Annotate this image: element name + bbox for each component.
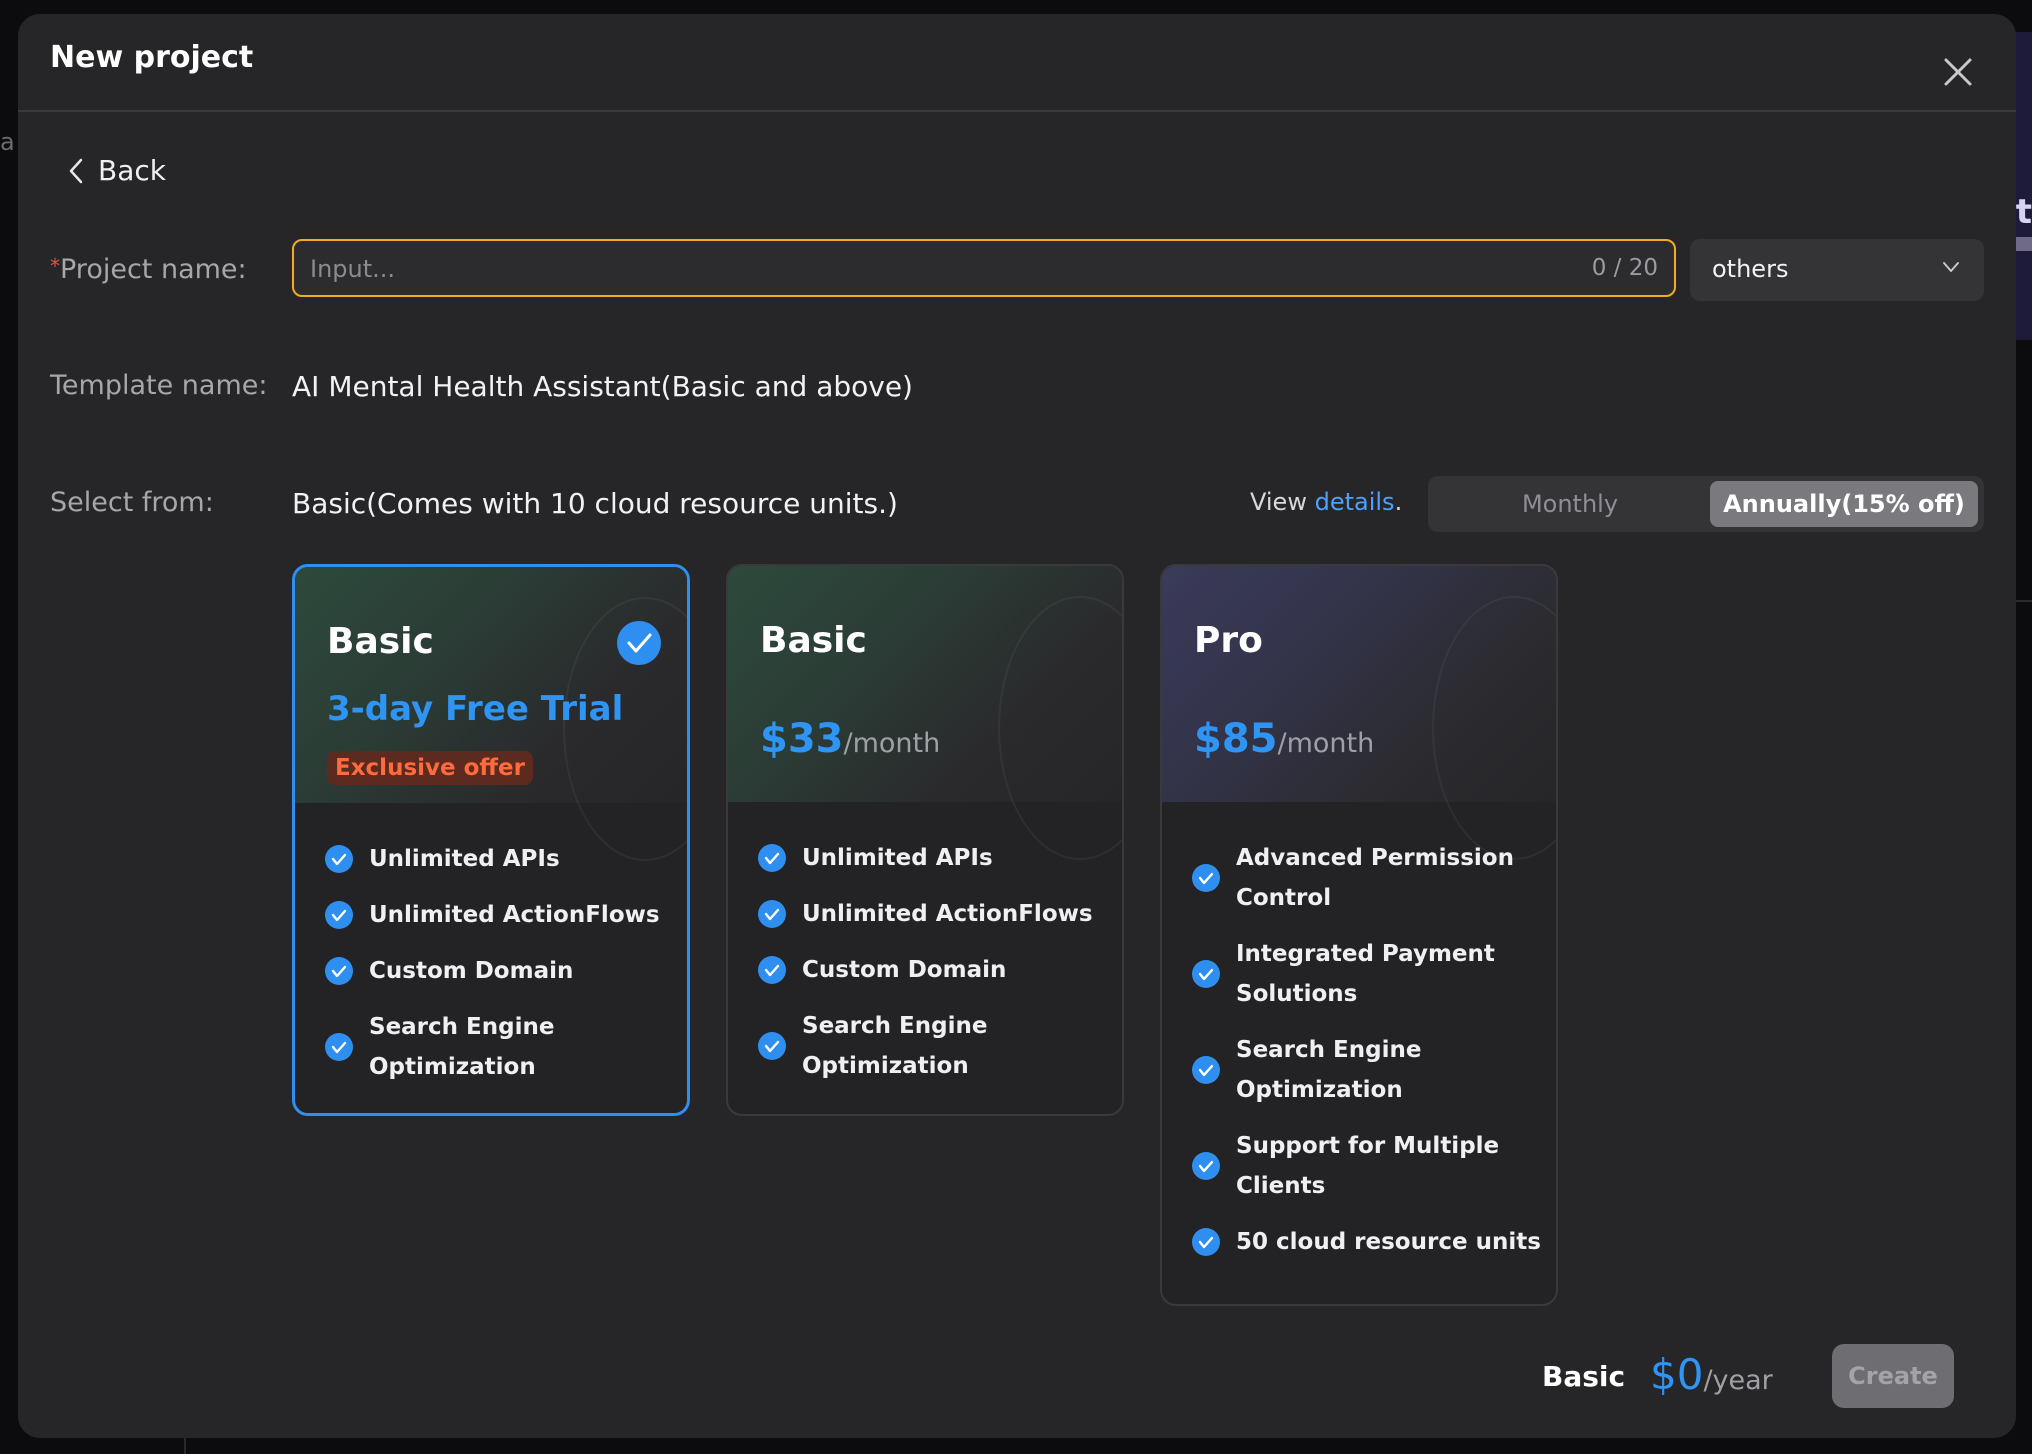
feature-list: Unlimited APIs Unlimited ActionFlows Cus…: [758, 838, 1112, 1102]
billing-period-toggle: Monthly Annually(15% off): [1428, 476, 1984, 532]
plan-card-pro[interactable]: Pro $85/month Advanced Permission Contro…: [1160, 564, 1558, 1306]
feature-item: Search Engine Optimization: [325, 1007, 677, 1087]
category-select-value: others: [1712, 255, 1789, 283]
feature-item: Advanced Permission Control: [1192, 838, 1546, 918]
billing-option-annually[interactable]: Annually(15% off): [1710, 481, 1978, 527]
plan-name: Pro: [1194, 620, 1263, 661]
background-fragment-right: t: [2015, 192, 2032, 232]
select-from-value: Basic(Comes with 10 cloud resource units…: [292, 487, 898, 520]
plan-price: $85/month: [1194, 716, 1375, 762]
feature-item: Search Engine Optimization: [758, 1006, 1112, 1086]
check-circle-icon: [325, 957, 353, 985]
background-fragment-left: a: [0, 128, 15, 156]
check-circle-icon: [325, 1033, 353, 1061]
feature-item: Unlimited ActionFlows: [758, 894, 1112, 934]
plan-card-basic-trial[interactable]: Basic 3-day Free Trial Exclusive offer U…: [292, 564, 690, 1116]
category-select[interactable]: others: [1690, 239, 1984, 301]
feature-item: Unlimited APIs: [325, 839, 677, 879]
feature-item: Search Engine Optimization: [1192, 1030, 1546, 1110]
feature-list: Unlimited APIs Unlimited ActionFlows Cus…: [325, 839, 677, 1103]
template-name-label: Template name:: [50, 370, 268, 401]
close-icon[interactable]: [1940, 54, 1976, 90]
check-circle-icon: [1192, 1228, 1220, 1256]
chevron-left-icon: [69, 158, 83, 183]
details-link[interactable]: details: [1315, 488, 1395, 516]
new-project-dialog: New project Back *Project name: 0 / 20 o…: [18, 14, 2016, 1438]
template-name-value: AI Mental Health Assistant(Basic and abo…: [292, 370, 913, 403]
plan-card-basic[interactable]: Basic $33/month Unlimited APIs Unlimited…: [726, 564, 1124, 1116]
feature-item: Unlimited APIs: [758, 838, 1112, 878]
check-circle-icon: [758, 900, 786, 928]
selected-check-icon: [617, 621, 661, 665]
check-circle-icon: [1192, 1152, 1220, 1180]
plan-price: $33/month: [760, 716, 941, 762]
feature-list: Advanced Permission Control Integrated P…: [1192, 838, 1546, 1278]
check-circle-icon: [1192, 1056, 1220, 1084]
check-circle-icon: [758, 844, 786, 872]
background-bar: [2014, 237, 2032, 251]
check-circle-icon: [325, 845, 353, 873]
feature-item: Support for Multiple Clients: [1192, 1126, 1546, 1206]
feature-item: 50 cloud resource units: [1192, 1222, 1546, 1262]
select-from-label: Select from:: [50, 487, 214, 518]
summary-price: $0/year: [1650, 1350, 1773, 1399]
view-details-text: View details.: [1250, 488, 1403, 516]
trial-text: 3-day Free Trial: [327, 689, 624, 729]
summary-plan-name: Basic: [1542, 1360, 1626, 1393]
feature-item: Custom Domain: [325, 951, 677, 991]
dialog-header: New project: [18, 14, 2016, 112]
back-label: Back: [98, 154, 166, 187]
project-name-field: 0 / 20: [292, 239, 1676, 297]
check-circle-icon: [758, 956, 786, 984]
chevron-down-icon: [1943, 262, 1959, 272]
plan-card-header: [1162, 566, 1556, 860]
plan-card-header: [728, 566, 1122, 860]
character-counter: 0 / 20: [1591, 255, 1658, 281]
feature-item: Unlimited ActionFlows: [325, 895, 677, 935]
exclusive-offer-badge: Exclusive offer: [327, 751, 533, 785]
plan-name: Basic: [327, 621, 434, 662]
required-mark: *: [50, 254, 60, 278]
project-name-input[interactable]: [308, 241, 1492, 297]
dialog-title: New project: [50, 40, 254, 75]
feature-item: Custom Domain: [758, 950, 1112, 990]
billing-option-monthly[interactable]: Monthly: [1434, 481, 1706, 527]
plan-name: Basic: [760, 620, 867, 661]
create-button[interactable]: Create: [1832, 1344, 1954, 1408]
feature-item: Integrated Payment Solutions: [1192, 934, 1546, 1014]
project-name-label: *Project name:: [50, 254, 247, 285]
check-circle-icon: [758, 1032, 786, 1060]
check-circle-icon: [325, 901, 353, 929]
check-circle-icon: [1192, 864, 1220, 892]
check-circle-icon: [1192, 960, 1220, 988]
back-button[interactable]: Back: [68, 154, 166, 187]
